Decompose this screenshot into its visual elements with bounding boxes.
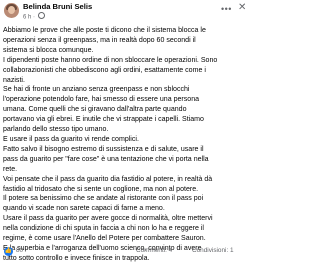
post-text-line: Il potere sa benissimo che se andate al … [3,195,204,203]
post-footer: 👍 80 Commenti: 4 Condivisioni: 1 [0,244,250,258]
comments-count[interactable]: Commenti: 4 [136,247,172,254]
post-meta: 6 h · [23,11,45,20]
post-text-line: collaborazionisti che obbediscono agli o… [3,66,206,74]
post-text-line: Se hai di fronte un anziano senza greenp… [3,86,190,94]
post-text-line: l'operazione potendolo fare, hai smesso … [3,96,200,104]
post-text-line: regime, è come usare l'Anello del Potere… [3,235,206,243]
post-text-line: parlando dello stesso tipo umano. [3,126,109,134]
post-text-line: quando vi scade non sarete capaci di far… [3,205,165,213]
post-text-line: E usare il pass da guarito vi rende comp… [3,135,139,143]
reaction-count[interactable]: 80 [16,247,23,254]
shares-count[interactable]: Condivisioni: 1 [192,247,234,254]
post-timestamp[interactable]: 6 h [23,14,31,20]
post-text-line: rete. [3,165,18,173]
more-options-icon[interactable]: ••• [221,4,232,14]
post-text-line: Abbiamo le prove che alle poste ti dicon… [3,27,206,34]
post-text-line: nazisti. [3,76,25,84]
post-text-line: umana. Come quelli che si giravano dall'… [3,106,187,114]
post-text-line: pass da guarito per "fare cose" è una te… [3,155,209,163]
post-text-line: Usare il pass da guarito per avere gocce… [3,215,213,223]
post-header: Belinda Bruni Selis 6 h · ••• ✕ [0,0,250,22]
post-text-line: operazioni senza il greenpass, ma in rea… [3,36,196,44]
avatar[interactable] [4,3,19,18]
author-name[interactable]: Belinda Bruni Selis [23,2,92,11]
globe-icon [37,11,45,19]
post-body: Abbiamo le prove che alle poste ti dicon… [3,26,247,264]
post-text-line: sistema si blocca comunque. [3,46,94,54]
post-text-line: I dipendenti poste hanno ordine di non s… [3,56,218,64]
post-text-line: nella condizione di chi sputa in faccia … [3,225,204,233]
thumbs-up-icon: 👍 [4,247,13,256]
close-icon[interactable]: ✕ [238,2,246,13]
post-text-line: fastidio al tridosato che si sente un co… [3,185,199,193]
post-text-line: Voi pensate che il pass da guarito dia f… [3,175,213,183]
post-text-line: portavano via gli ebrei. E inutile che v… [3,116,204,124]
post-text-line: Fatto salvo il bisogno estremo di sussis… [3,145,204,153]
